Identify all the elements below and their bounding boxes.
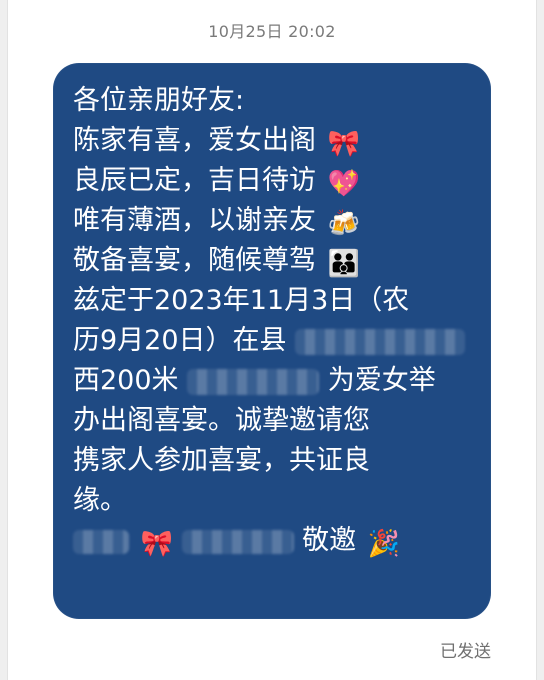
redacted-signature-start: [73, 529, 129, 554]
message-line-date: 兹定于2023年11月3日（农: [73, 281, 479, 321]
redacted-venue: [187, 368, 320, 395]
invite-text: 缘。: [73, 485, 127, 516]
line-text: 敬备喜宴，随候尊驾: [73, 245, 316, 276]
family-emoji-icon: 👪: [327, 249, 360, 279]
greeting-text: 各位亲朋好友:: [73, 85, 245, 116]
invite-text: 携家人参加喜宴，共证良: [73, 445, 370, 476]
message-text: 各位亲朋好友: 陈家有喜，爱女出阁 🎀 良辰已定，吉日待访 💖 唯有薄酒，以谢亲…: [73, 81, 479, 561]
venue-text-end: 为爱女举: [327, 365, 436, 396]
redacted-location: [295, 328, 466, 355]
party-popper-emoji-icon: 🎉: [367, 529, 401, 559]
message-line-1: 陈家有喜，爱女出阁 🎀: [73, 121, 479, 161]
location-text: 历9月20日）在县: [73, 325, 287, 356]
line-text: 陈家有喜，爱女出阁: [73, 125, 316, 156]
message-line-signature: 🎀 敬邀 🎉: [73, 521, 479, 561]
message-line-location: 历9月20日）在县: [73, 321, 479, 361]
message-status: 已发送: [440, 642, 491, 662]
message-line-venue: 西200米 为爱女举: [73, 361, 479, 401]
message-timestamp: 10月25日 20:02: [208, 22, 336, 41]
message-line-invite-2: 携家人参加喜宴，共证良: [73, 441, 479, 481]
message-bubble[interactable]: 各位亲朋好友: 陈家有喜，爱女出阁 🎀 良辰已定，吉日待访 💖 唯有薄酒，以谢亲…: [53, 63, 491, 619]
message-line-2: 良辰已定，吉日待访 💖: [73, 161, 479, 201]
invite-text: 办出阁喜宴。诚挚邀请您: [73, 405, 370, 436]
redacted-signature-end: [181, 529, 294, 554]
message-line-invite-3: 缘。: [73, 481, 479, 521]
message-line-3: 唯有薄酒，以谢亲友 🍻: [73, 201, 479, 241]
line-text: 良辰已定，吉日待访: [73, 165, 316, 196]
message-line-greeting: 各位亲朋好友:: [73, 81, 479, 121]
message-line-4: 敬备喜宴，随候尊驾 👪: [73, 241, 479, 281]
bow-emoji-icon: 🎀: [140, 529, 173, 559]
sparkling-heart-emoji-icon: 💖: [327, 169, 360, 199]
venue-text-start: 西200米: [73, 365, 179, 396]
message-line-invite-1: 办出阁喜宴。诚挚邀请您: [73, 401, 479, 441]
date-text: 兹定于2023年11月3日（农: [73, 285, 410, 316]
bow-emoji-icon: 🎀: [327, 129, 360, 159]
line-text: 唯有薄酒，以谢亲友: [73, 205, 316, 236]
beer-mugs-emoji-icon: 🍻: [327, 209, 360, 239]
signature-text: 敬邀: [302, 525, 357, 556]
